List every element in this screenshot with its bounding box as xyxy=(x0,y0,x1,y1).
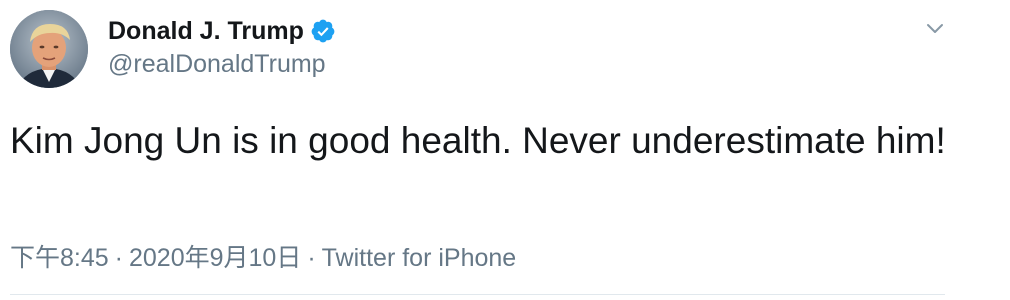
avatar[interactable] xyxy=(10,10,88,88)
tweet-card: Donald J. Trump @realDonaldTrump Kim Jon… xyxy=(0,0,1010,300)
tweet-date[interactable]: 2020年9月10日 xyxy=(129,244,301,272)
tweet-text: Kim Jong Un is in good health. Never und… xyxy=(10,120,946,161)
chevron-down-icon[interactable] xyxy=(922,20,948,38)
profile-photo-icon xyxy=(10,10,88,88)
verified-badge-icon xyxy=(310,18,336,44)
divider xyxy=(10,294,945,295)
meta-separator: · xyxy=(114,244,123,272)
author-handle[interactable]: @realDonaldTrump xyxy=(108,50,326,79)
tweet-metadata: 下午8:45 · 2020年9月10日 · Twitter for iPhone xyxy=(10,238,516,274)
tweet-time[interactable]: 下午8:45 xyxy=(10,244,109,272)
meta-separator: · xyxy=(307,244,316,272)
tweet-source-link[interactable]: Twitter for iPhone xyxy=(322,244,517,272)
author-display-name[interactable]: Donald J. Trump xyxy=(108,17,304,46)
author-name-row: Donald J. Trump xyxy=(108,14,336,48)
